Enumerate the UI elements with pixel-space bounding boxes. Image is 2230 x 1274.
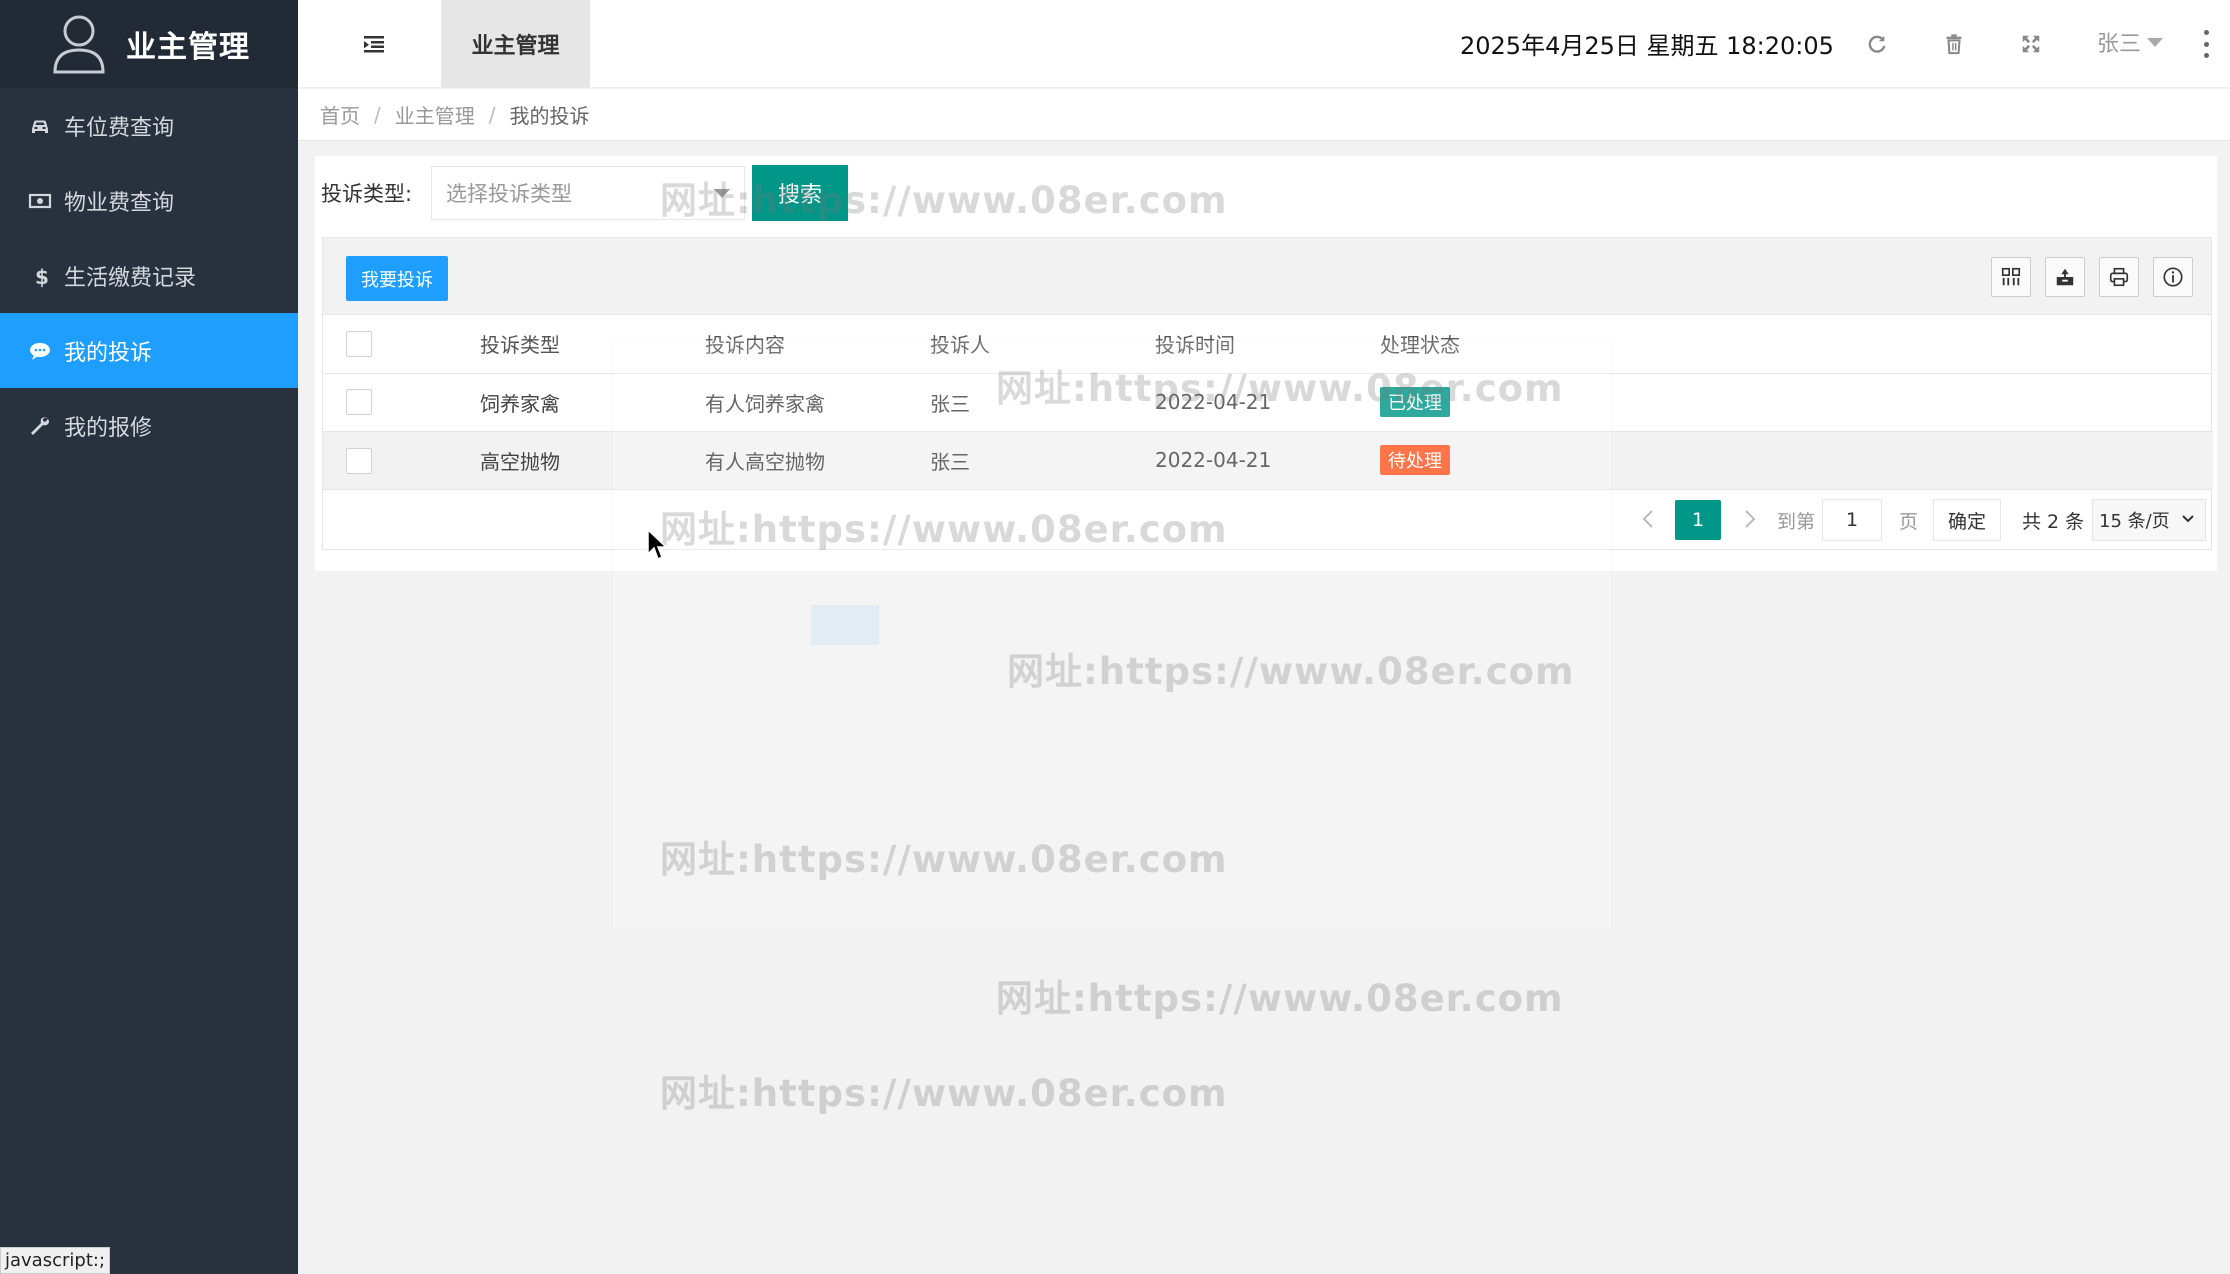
- sidebar-item-label: 我的投诉: [64, 340, 153, 366]
- search-button[interactable]: 搜索: [752, 165, 848, 221]
- watermark-text: 网址:https://www.08er.com: [996, 977, 1564, 1020]
- next-page-button[interactable]: [1739, 506, 1761, 532]
- breadcrumb-separator: /: [374, 102, 381, 127]
- breadcrumb-home[interactable]: 首页: [320, 100, 360, 129]
- watermark-text: 网址:https://www.08er.com: [660, 1072, 1228, 1115]
- refresh-icon: [1868, 35, 1886, 53]
- goto-confirm-button[interactable]: 确定: [1933, 499, 2001, 541]
- car-icon: [26, 112, 54, 140]
- dot-icon: [2203, 30, 2209, 35]
- sidebar-item-property-fee[interactable]: 物业费查询: [0, 163, 298, 238]
- svg-text:$: $: [35, 265, 49, 288]
- breadcrumb: 首页 / 业主管理 / 我的投诉: [298, 89, 2230, 141]
- app-title: 业主管理: [126, 30, 250, 65]
- sidebar: 业主管理 车位费查询 物业费查询 $ 生活缴费记录 我的投诉 我的报修: [0, 0, 298, 1274]
- page-size-value: 15 条/页: [2099, 511, 2170, 532]
- tab-owner-management[interactable]: 业主管理: [441, 0, 590, 88]
- export-button[interactable]: [2045, 257, 2085, 297]
- sidebar-item-label: 车位费查询: [64, 115, 175, 141]
- wrench-icon: [26, 412, 54, 440]
- table-toolbar: 我要投诉: [323, 238, 2211, 315]
- more-options-button[interactable]: [2198, 30, 2214, 58]
- sidebar-item-my-repairs[interactable]: 我的报修: [0, 388, 298, 463]
- info-button[interactable]: [2153, 257, 2193, 297]
- page-label: 页: [1899, 511, 1919, 533]
- prev-page-button[interactable]: [1637, 506, 1659, 532]
- fading-modal-overlay: [612, 340, 1612, 930]
- dot-icon: [2203, 53, 2209, 58]
- clock-display: 2025年4月25日 星期五 18:20:05: [1460, 32, 1834, 60]
- complaint-type-label: 投诉类型:: [321, 182, 413, 206]
- sidebar-item-label: 物业费查询: [64, 190, 175, 216]
- money-icon: [26, 187, 54, 215]
- columns-filter-button[interactable]: [1991, 257, 2031, 297]
- columns-icon: [2001, 267, 2021, 286]
- browser-status-bar: javascript:;: [0, 1247, 111, 1274]
- add-complaint-button[interactable]: 我要投诉: [346, 256, 448, 301]
- page-number-current[interactable]: 1: [1675, 500, 1721, 540]
- refresh-button[interactable]: [1861, 28, 1893, 60]
- sidebar-item-my-complaints[interactable]: 我的投诉: [0, 313, 298, 388]
- goto-page-input[interactable]: [1822, 499, 1882, 541]
- row-checkbox[interactable]: [346, 447, 372, 474]
- chevron-right-icon: [1745, 510, 1756, 528]
- print-button[interactable]: [2099, 257, 2139, 297]
- user-name: 张三: [2097, 32, 2142, 57]
- fading-modal-button: [811, 605, 879, 645]
- fullscreen-button[interactable]: [2015, 28, 2047, 60]
- complaint-type-select[interactable]: 选择投诉类型: [431, 166, 745, 220]
- select-all-checkbox[interactable]: [346, 331, 372, 357]
- sidebar-item-utility-records[interactable]: $ 生活缴费记录: [0, 238, 298, 313]
- sidebar-item-label: 生活缴费记录: [64, 265, 197, 291]
- top-header: 业主管理 2025年4月25日 星期五 18:20:05 张三: [298, 0, 2230, 88]
- dot-icon: [2203, 41, 2209, 47]
- chevron-down-icon: [714, 189, 730, 198]
- user-avatar-icon: [53, 15, 105, 74]
- row-checkbox[interactable]: [346, 389, 372, 416]
- sidebar-menu: 车位费查询 物业费查询 $ 生活缴费记录 我的投诉 我的报修: [0, 88, 298, 463]
- menu-fold-icon: [364, 36, 384, 53]
- chevron-down-icon: [2147, 37, 2164, 47]
- total-count: 共 2 条: [2022, 511, 2085, 533]
- chevron-left-icon: [1642, 510, 1653, 528]
- sidebar-toggle-button[interactable]: [356, 26, 392, 62]
- sidebar-item-label: 我的报修: [64, 415, 153, 441]
- breadcrumb-separator: /: [488, 102, 496, 127]
- info-icon: [2163, 267, 2183, 287]
- trash-icon: [1946, 34, 1962, 55]
- print-icon: [2109, 267, 2129, 287]
- chat-icon: [26, 337, 54, 365]
- logo: 业主管理: [0, 0, 298, 88]
- clear-cache-button[interactable]: [1938, 28, 1970, 60]
- fullscreen-icon: [2022, 35, 2040, 53]
- dollar-icon: $: [26, 262, 54, 290]
- breadcrumb-current: 我的投诉: [509, 104, 590, 128]
- user-menu[interactable]: 张三: [2097, 26, 2164, 58]
- page-size-select[interactable]: 15 条/页: [2092, 499, 2206, 541]
- sidebar-item-parking-fee[interactable]: 车位费查询: [0, 88, 298, 163]
- export-icon: [2056, 268, 2074, 286]
- goto-label: 到第: [1777, 511, 1816, 533]
- chevron-down-icon: [2182, 515, 2194, 523]
- select-placeholder: 选择投诉类型: [446, 182, 572, 206]
- breadcrumb-owner-management[interactable]: 业主管理: [395, 100, 475, 129]
- mouse-cursor-icon: [647, 528, 668, 561]
